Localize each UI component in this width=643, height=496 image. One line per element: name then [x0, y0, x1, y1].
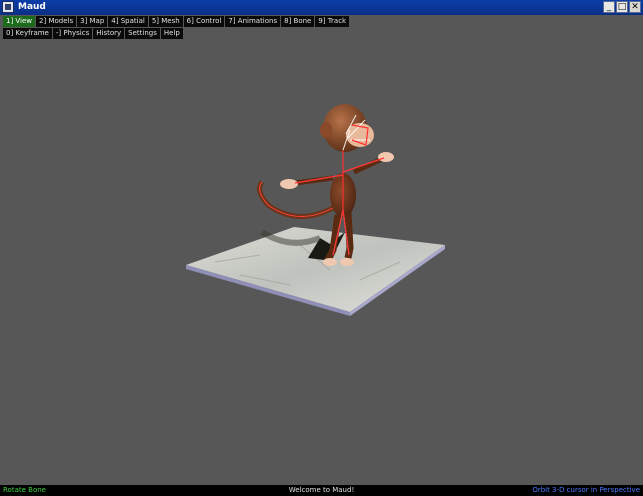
tab-view[interactable]: 1] View — [3, 16, 36, 27]
tab-help[interactable]: Help — [160, 28, 183, 39]
status-bar: Welcome to Maud! Rotate Bone Orbit 3-D c… — [0, 485, 643, 496]
tab-control[interactable]: 6] Control — [183, 16, 225, 27]
scene-render — [186, 104, 445, 316]
title-bar: Maud _ □ ✕ — [0, 0, 643, 15]
tab-physics[interactable]: -] Physics — [52, 28, 93, 39]
menu-bar-primary: 1] View 2] Models 3] Map 4] Spatial 5] Mesh 6… — [3, 16, 350, 27]
status-hint: Orbit 3-D cursor in Perspective — [532, 486, 640, 494]
tab-map[interactable]: 3] Map — [77, 16, 108, 27]
tab-keyframe[interactable]: 0] Keyframe — [3, 28, 52, 39]
app-icon — [2, 1, 14, 13]
minimize-button[interactable]: _ — [603, 1, 615, 13]
maximize-button[interactable]: □ — [616, 1, 628, 13]
menu-bar-secondary: 0] Keyframe -] Physics History Settings Help — [3, 28, 184, 39]
tab-bone[interactable]: 8] Bone — [281, 16, 315, 27]
status-mode: Rotate Bone — [3, 486, 46, 494]
tab-spatial[interactable]: 4] Spatial — [108, 16, 148, 27]
tab-track[interactable]: 9] Track — [315, 16, 350, 27]
window-title: Maud — [18, 2, 46, 12]
close-button[interactable]: ✕ — [629, 1, 641, 13]
tab-settings[interactable]: Settings — [125, 28, 160, 39]
tab-models[interactable]: 2] Models — [36, 16, 77, 27]
tab-history[interactable]: History — [93, 28, 125, 39]
tab-mesh[interactable]: 5] Mesh — [148, 16, 183, 27]
tab-animations[interactable]: 7] Animations — [225, 16, 281, 27]
